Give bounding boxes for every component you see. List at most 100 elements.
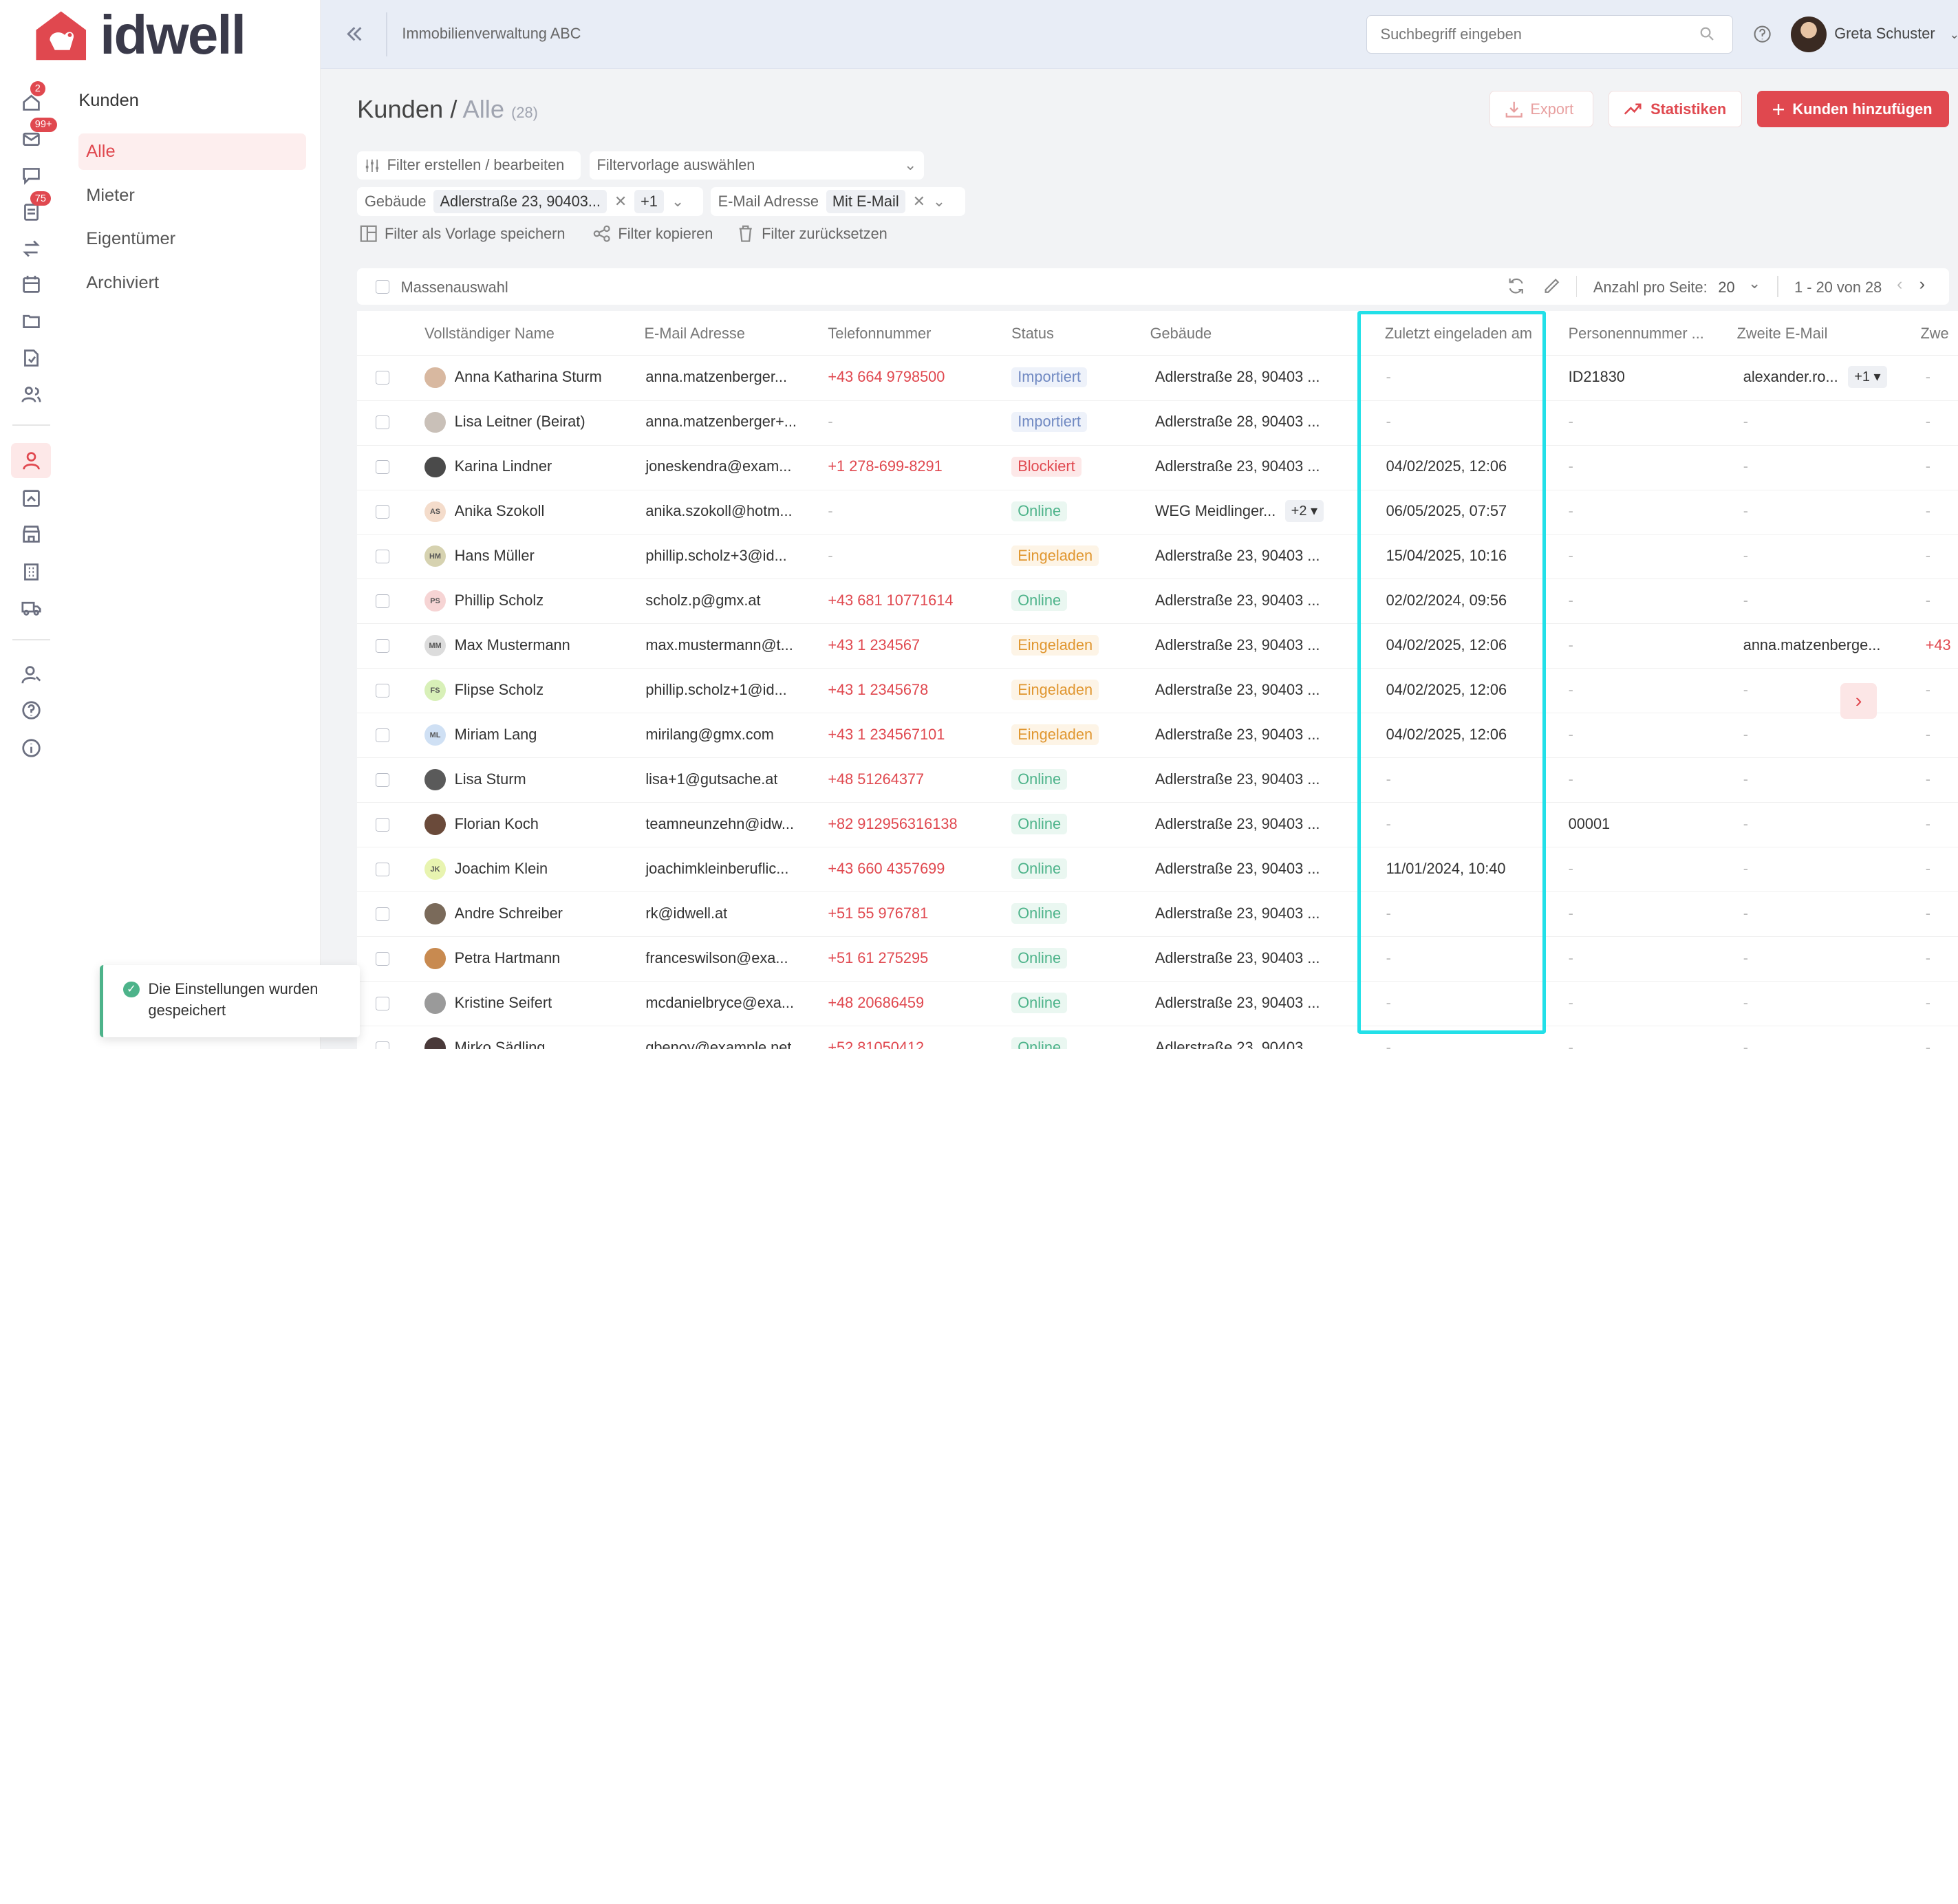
rail-tasks[interactable]: 75 bbox=[19, 191, 52, 224]
second-email-cell[interactable]: - bbox=[1743, 726, 1748, 744]
second-email-cell[interactable]: - bbox=[1743, 592, 1748, 609]
refresh-icon[interactable] bbox=[1507, 277, 1525, 294]
name-cell[interactable]: Lisa Leitner (Beirat) bbox=[455, 413, 585, 431]
email-cell[interactable]: phillip.scholz+3@id... bbox=[645, 547, 786, 565]
filter-edit-button[interactable]: Filter erstellen / bearbeiten bbox=[357, 151, 581, 180]
add-customer-button[interactable]: + Kunden hinzufügen bbox=[1756, 91, 1950, 128]
filter-building[interactable]: Gebäude Adlerstraße 23, 90403... ✕ +1 ⌄ bbox=[357, 187, 703, 216]
table-row[interactable]: FS Flipse Scholz phillip.scholz+1@id... +43… bbox=[357, 669, 1958, 714]
second-email-cell[interactable]: alexander.ro... bbox=[1743, 368, 1838, 386]
second-email-more-chip[interactable]: +1 ▾ bbox=[1848, 365, 1887, 389]
table-row[interactable]: Florian Koch teamneunzehn@idw... +82 91295… bbox=[357, 803, 1958, 848]
second-email-cell[interactable]: - bbox=[1743, 860, 1748, 878]
column-header[interactable]: Personennummer ... bbox=[1569, 325, 1704, 343]
email-cell[interactable]: gbenoy@example.net bbox=[645, 1039, 791, 1049]
rail-user-settings[interactable] bbox=[19, 662, 43, 686]
second-email-cell[interactable]: - bbox=[1743, 413, 1748, 431]
second-email-cell[interactable]: - bbox=[1743, 502, 1748, 520]
filter-email[interactable]: E-Mail Adresse Mit E-Mail ✕ ⌄ bbox=[710, 187, 965, 216]
copy-filter-button[interactable]: Filter kopieren bbox=[593, 225, 713, 243]
name-cell[interactable]: Anika Szokoll bbox=[455, 502, 545, 520]
email-cell[interactable]: joachimkleinberuflic... bbox=[645, 860, 788, 878]
name-cell[interactable]: Kristine Seifert bbox=[455, 994, 552, 1012]
column-header[interactable]: Gebäude bbox=[1150, 325, 1212, 343]
rail-home[interactable]: 2 bbox=[19, 80, 46, 115]
table-row[interactable]: Kristine Seifert mcdanielbryce@exa... +48 … bbox=[357, 982, 1958, 1027]
name-cell[interactable]: Joachim Klein bbox=[455, 860, 548, 878]
email-cell[interactable]: phillip.scholz+1@id... bbox=[645, 681, 786, 699]
row-checkbox[interactable] bbox=[376, 817, 390, 832]
name-cell[interactable]: Phillip Scholz bbox=[455, 592, 544, 609]
column-header[interactable]: Vollständiger Name bbox=[424, 325, 555, 343]
phone-cell[interactable]: +52 81050412 bbox=[828, 1039, 924, 1049]
email-cell[interactable]: anika.szokoll@hotm... bbox=[645, 502, 792, 520]
chevron-down-icon[interactable]: ⌄ bbox=[1949, 28, 1958, 42]
user-name[interactable]: Greta Schuster bbox=[1834, 25, 1935, 43]
select-all-checkbox[interactable] bbox=[376, 279, 390, 294]
row-checkbox[interactable] bbox=[376, 415, 390, 429]
phone-cell[interactable]: - bbox=[828, 413, 832, 431]
second-email-cell[interactable]: - bbox=[1743, 770, 1748, 788]
phone-cell[interactable]: - bbox=[828, 502, 832, 520]
table-row[interactable]: Lisa Sturm lisa+1@gutsache.at +48 51264377… bbox=[357, 758, 1958, 803]
name-cell[interactable]: Max Mustermann bbox=[455, 636, 570, 654]
table-row[interactable]: Lisa Leitner (Beirat) anna.matzenberger+.… bbox=[357, 400, 1958, 446]
rail-documents[interactable] bbox=[19, 346, 43, 371]
rail-customers[interactable] bbox=[11, 443, 52, 479]
phone-cell[interactable]: +43 1 2345678 bbox=[828, 681, 928, 699]
phone-cell[interactable]: +43 681 10771614 bbox=[828, 592, 953, 609]
table-row[interactable]: AS Anika Szokoll anika.szokoll@hotm... - Onl… bbox=[357, 490, 1958, 535]
brand-logo[interactable]: idwell bbox=[32, 7, 246, 63]
phone-cell[interactable]: +43 1 234567101 bbox=[828, 726, 945, 744]
save-filter-template-button[interactable]: Filter als Vorlage speichern bbox=[360, 225, 566, 243]
column-header[interactable]: Zweite E-Mail bbox=[1737, 325, 1828, 343]
name-cell[interactable]: Andre Schreiber bbox=[455, 905, 563, 922]
column-header[interactable]: Telefonnummer bbox=[828, 325, 931, 343]
email-cell[interactable]: max.mustermann@t... bbox=[645, 636, 793, 654]
search-icon[interactable] bbox=[1699, 26, 1714, 41]
statistics-button[interactable]: Statistiken bbox=[1608, 91, 1742, 128]
scroll-right-button[interactable]: › bbox=[1840, 682, 1877, 720]
table-row[interactable]: MM Max Mustermann max.mustermann@t... +43 1… bbox=[357, 624, 1958, 669]
row-checkbox[interactable] bbox=[376, 907, 390, 921]
name-cell[interactable]: Anna Katharina Sturm bbox=[455, 368, 602, 386]
table-row[interactable]: HM Hans Müller phillip.scholz+3@id... - Eing… bbox=[357, 534, 1958, 580]
rail-contracts[interactable] bbox=[19, 486, 43, 510]
second-email-cell[interactable]: - bbox=[1743, 905, 1748, 922]
rail-logistics[interactable] bbox=[19, 596, 43, 620]
filter-template-select[interactable]: Filtervorlage auswählen ⌄ bbox=[589, 151, 925, 180]
email-cell[interactable]: franceswilson@exa... bbox=[645, 949, 788, 967]
rail-users[interactable] bbox=[19, 382, 43, 407]
row-checkbox[interactable] bbox=[376, 594, 390, 608]
phone-cell[interactable]: +51 55 976781 bbox=[828, 905, 928, 922]
name-cell[interactable]: Lisa Sturm bbox=[455, 770, 526, 788]
rail-units[interactable] bbox=[19, 522, 43, 547]
rail-help[interactable] bbox=[19, 698, 43, 723]
email-cell[interactable]: teamneunzehn@idw... bbox=[645, 815, 794, 833]
building-more-chip[interactable]: +2 ▾ bbox=[1284, 499, 1324, 522]
second-email-cell[interactable]: - bbox=[1743, 457, 1748, 475]
table-row[interactable]: Andre Schreiber rk@idwell.at +51 55 976781… bbox=[357, 892, 1958, 938]
email-cell[interactable]: lisa+1@gutsache.at bbox=[645, 770, 777, 788]
chevron-left-icon[interactable]: ‹ bbox=[1897, 274, 1902, 294]
table-row[interactable]: Petra Hartmann franceswilson@exa... +51 61… bbox=[357, 937, 1958, 982]
remove-filter-icon[interactable]: ✕ bbox=[614, 193, 627, 210]
phone-cell[interactable]: +43 664 9798500 bbox=[828, 368, 945, 386]
table-row[interactable]: Anna Katharina Sturm anna.matzenberger...… bbox=[357, 356, 1958, 401]
rail-transfer[interactable] bbox=[19, 236, 43, 261]
rail-mail[interactable]: 99+ bbox=[19, 117, 57, 151]
help-icon[interactable] bbox=[1753, 25, 1772, 43]
table-row[interactable]: Mirko Sädling gbenoy@example.net +52 81050… bbox=[357, 1026, 1958, 1049]
rail-folder[interactable] bbox=[19, 308, 43, 333]
chevron-down-icon[interactable]: ⌄ bbox=[1748, 274, 1761, 292]
name-cell[interactable]: Flipse Scholz bbox=[455, 681, 544, 699]
name-cell[interactable]: Karina Lindner bbox=[455, 457, 552, 475]
second-email-cell[interactable]: - bbox=[1743, 949, 1748, 967]
column-header[interactable]: Zwe bbox=[1920, 325, 1948, 343]
row-checkbox[interactable] bbox=[376, 683, 390, 697]
phone-cell[interactable]: - bbox=[828, 547, 832, 565]
subnav-item-alle[interactable]: Alle bbox=[78, 133, 306, 170]
row-checkbox[interactable] bbox=[376, 638, 390, 653]
email-cell[interactable]: scholz.p@gmx.at bbox=[645, 592, 760, 609]
subnav-item-eigentuemer[interactable]: Eigentümer bbox=[78, 221, 305, 257]
